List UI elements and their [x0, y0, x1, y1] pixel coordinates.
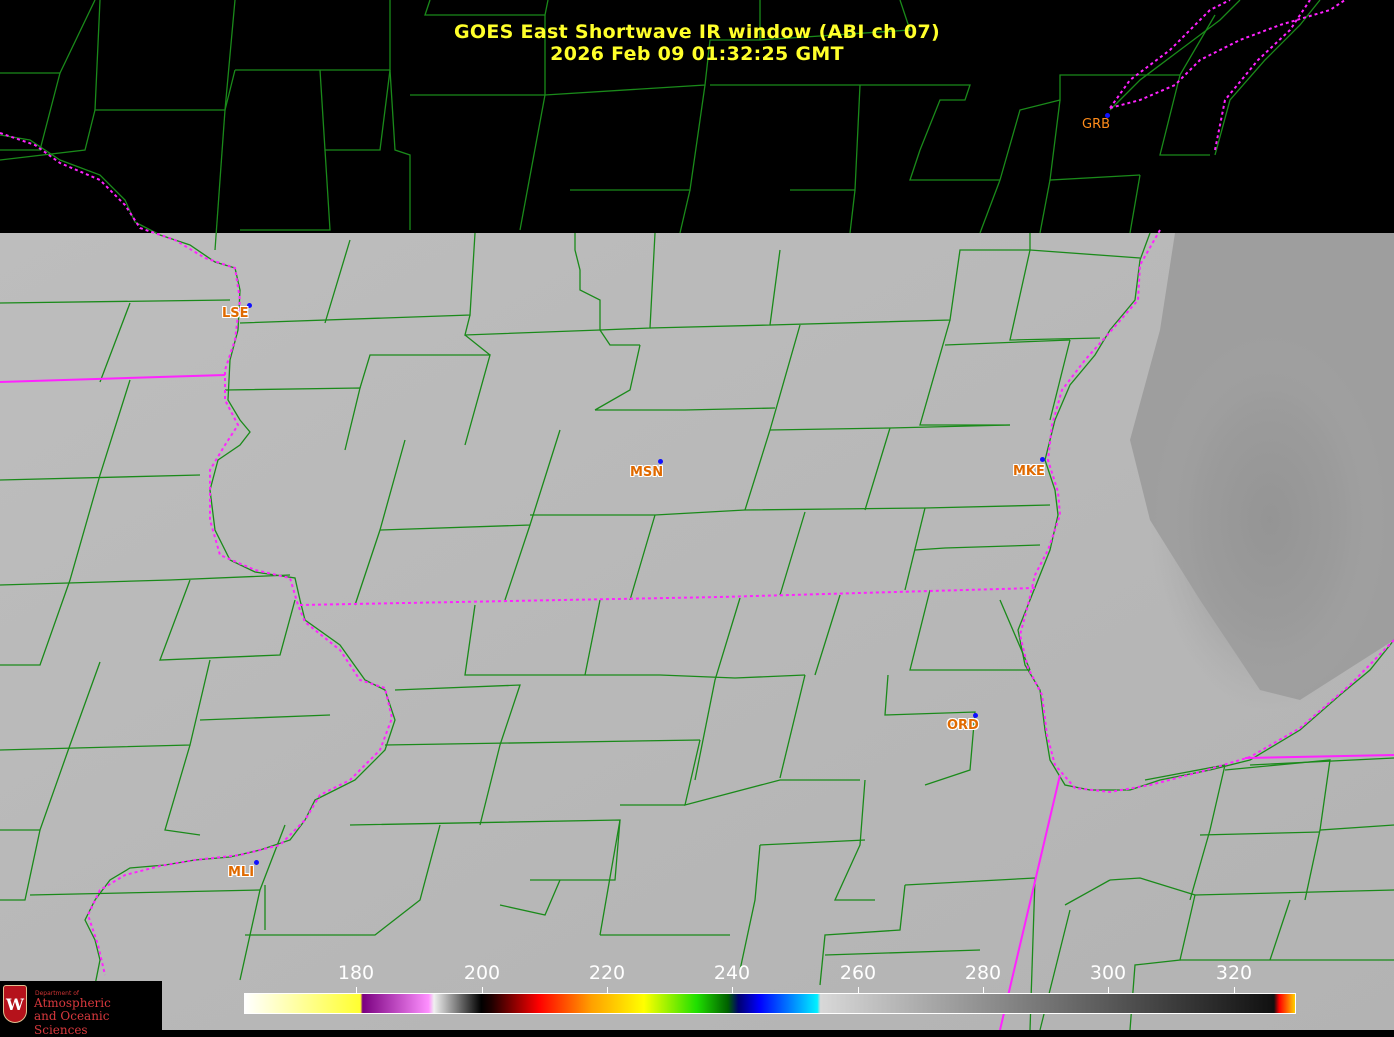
map-timestamp: 2026 Feb 09 01:32:25 GMT: [550, 43, 844, 65]
station-label-lse[interactable]: LSE: [222, 306, 249, 321]
station-dot-mke: [1040, 457, 1045, 462]
colorbar-tick-mark: [482, 987, 483, 994]
station-dot-mli: [254, 860, 259, 865]
satellite-map[interactable]: [0, 0, 1394, 1030]
colorbar-tick-mark: [1234, 987, 1235, 994]
station-label-grb[interactable]: GRB: [1082, 117, 1110, 132]
colorbar-tick-label: 200: [463, 962, 501, 984]
colorbar-tick-mark: [607, 987, 608, 994]
logo-line1: Atmospheric: [34, 996, 111, 1010]
uw-seal-icon: W: [3, 985, 27, 1023]
colorbar-tick-label: 240: [713, 962, 751, 984]
colorbar-tick-label: 320: [1215, 962, 1253, 984]
colorbar-tick-label: 180: [337, 962, 375, 984]
colorbar-tick-mark: [983, 987, 984, 994]
colorbar-tick-mark: [858, 987, 859, 994]
colorbar-tick-label: 220: [588, 962, 626, 984]
colorbar-tick-mark: [356, 987, 357, 994]
colorbar-tick-mark: [1108, 987, 1109, 994]
logo-line2: and Oceanic Sciences: [34, 1009, 110, 1037]
station-label-msn[interactable]: MSN: [630, 465, 663, 480]
station-dot-msn: [658, 459, 663, 464]
colorbar-tick-label: 280: [964, 962, 1002, 984]
colorbar-tick-label: 260: [839, 962, 877, 984]
station-label-mke[interactable]: MKE: [1013, 464, 1045, 479]
colorbar-tick-mark: [732, 987, 733, 994]
cloud-core: [1150, 330, 1390, 710]
aos-logo[interactable]: W Department of Atmospheric and Oceanic …: [0, 981, 162, 1037]
temperature-colorbar: [244, 993, 1296, 1014]
station-label-mli[interactable]: MLI: [228, 865, 254, 880]
map-title: GOES East Shortwave IR window (ABI ch 07…: [454, 21, 940, 43]
station-label-ord[interactable]: ORD: [947, 718, 979, 733]
colorbar-tick-label: 300: [1089, 962, 1127, 984]
